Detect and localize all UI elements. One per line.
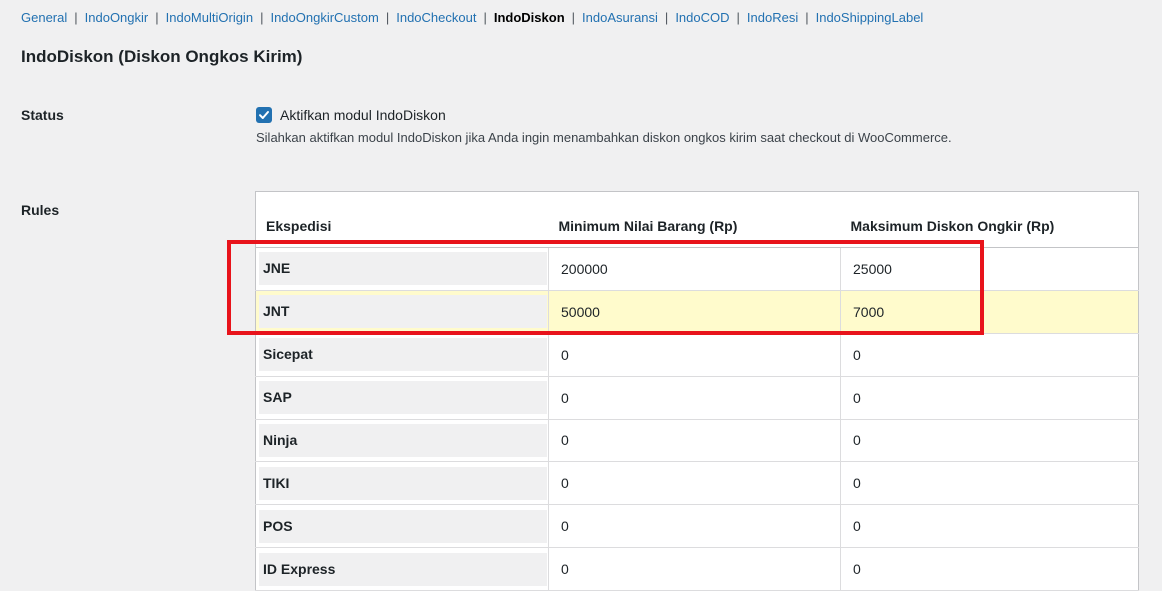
tab-indoshippinglabel[interactable]: IndoShippingLabel [816, 10, 924, 25]
max-discount-input[interactable]: 25000 [840, 247, 1139, 291]
nav-separator: | [260, 10, 264, 25]
column-header-max-discount: Maksimum Diskon Ongkir (Rp) [840, 191, 1139, 248]
tab-indodiskon[interactable]: IndoDiskon [494, 10, 565, 25]
courier-name: Sicepat [259, 338, 547, 372]
rules-label: Rules [21, 202, 60, 218]
tab-indomultiorigin[interactable]: IndoMultiOrigin [166, 10, 253, 25]
nav-separator: | [571, 10, 576, 25]
column-header-min-value: Minimum Nilai Barang (Rp) [548, 191, 841, 248]
enable-module-checkbox-label[interactable]: Aktifkan modul IndoDiskon [256, 107, 952, 123]
min-value-input[interactable]: 0 [548, 333, 841, 377]
tab-indoongkir[interactable]: IndoOngkir [85, 10, 149, 25]
table-header-row: Ekspedisi Minimum Nilai Barang (Rp) Maks… [255, 191, 1139, 248]
rules-table: Ekspedisi Minimum Nilai Barang (Rp) Maks… [255, 191, 1139, 591]
page-title: IndoDiskon (Diskon Ongkos Kirim) [21, 47, 303, 66]
table-row: Ninja 0 0 [255, 419, 1139, 463]
max-discount-input[interactable]: 0 [840, 461, 1139, 506]
checkbox-label-text: Aktifkan modul IndoDiskon [280, 107, 446, 123]
table-row: Sicepat 0 0 [255, 333, 1139, 377]
table-row: TIKI 0 0 [255, 461, 1139, 506]
min-value-input[interactable]: 0 [548, 461, 841, 506]
tab-indocod[interactable]: IndoCOD [675, 10, 729, 25]
status-description: Silahkan aktifkan modul IndoDiskon jika … [256, 130, 952, 145]
nav-separator: | [155, 10, 159, 25]
courier-name: Ninja [259, 423, 547, 457]
table-row: SAP 0 0 [255, 376, 1139, 420]
tab-indocheckout[interactable]: IndoCheckout [396, 10, 476, 25]
status-label: Status [21, 107, 64, 123]
column-header-courier: Ekspedisi [255, 191, 549, 248]
nav-separator: | [664, 10, 669, 25]
courier-name: TIKI [259, 466, 547, 500]
max-discount-input[interactable]: 0 [840, 333, 1139, 377]
courier-name: ID Express [259, 552, 547, 586]
enable-module-checkbox[interactable] [256, 107, 272, 123]
courier-name: SAP [259, 381, 547, 415]
max-discount-input[interactable]: 7000 [840, 290, 1139, 334]
table-row: ID Express 0 0 [255, 547, 1139, 591]
min-value-input[interactable]: 0 [548, 547, 841, 591]
min-value-input[interactable]: 0 [548, 504, 841, 549]
min-value-input[interactable]: 50000 [548, 290, 841, 334]
table-row: POS 0 0 [255, 504, 1139, 549]
max-discount-input[interactable]: 0 [840, 376, 1139, 420]
tab-indoongkircustom[interactable]: IndoOngkirCustom [270, 10, 378, 25]
courier-name: JNE [259, 252, 547, 286]
min-value-input[interactable]: 200000 [548, 247, 841, 291]
max-discount-input[interactable]: 0 [840, 504, 1139, 549]
tab-general[interactable]: General [21, 10, 67, 25]
nav-separator: | [385, 10, 390, 25]
nav-separator: | [805, 10, 809, 25]
max-discount-input[interactable]: 0 [840, 547, 1139, 591]
table-row: JNT 50000 7000 [255, 290, 1139, 334]
min-value-input[interactable]: 0 [548, 376, 841, 420]
status-field: Aktifkan modul IndoDiskon Silahkan aktif… [256, 107, 952, 145]
tab-indoresi[interactable]: IndoResi [747, 10, 798, 25]
max-discount-input[interactable]: 0 [840, 419, 1139, 463]
min-value-input[interactable]: 0 [548, 419, 841, 463]
courier-name: POS [259, 509, 547, 543]
module-nav: General | IndoOngkir | IndoMultiOrigin | IndoO… [21, 10, 923, 25]
courier-name: JNT [259, 295, 547, 329]
table-row: JNE 200000 25000 [255, 247, 1139, 291]
nav-separator: | [736, 10, 740, 25]
nav-separator: | [483, 10, 487, 25]
tab-indoasuransi[interactable]: IndoAsuransi [582, 10, 658, 25]
nav-separator: | [74, 10, 78, 25]
checkmark-icon [259, 111, 269, 119]
